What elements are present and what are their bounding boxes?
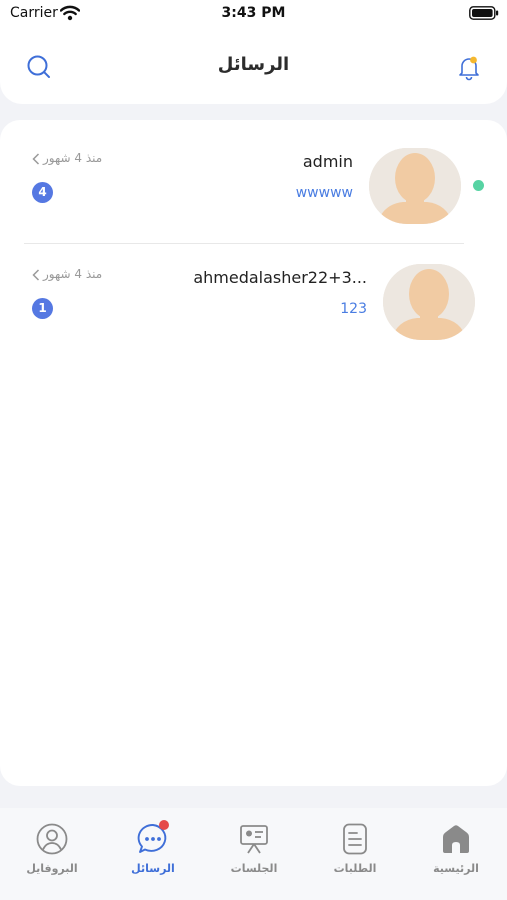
status-bar: Carrier 3:43 PM — [0, 0, 507, 30]
chevron-left-icon — [32, 268, 40, 281]
home-icon — [443, 825, 469, 853]
orders-icon — [343, 823, 367, 855]
time-label: منذ 4 شهور — [43, 267, 103, 281]
conversation-row[interactable]: ahmedalasher22+3... 123 منذ 4 شهور 1 — [0, 256, 507, 352]
presentation-icon — [240, 825, 268, 854]
time-label: منذ 4 شهور — [43, 151, 103, 165]
tab-label: البروفايل — [26, 862, 78, 875]
default-avatar-icon — [369, 148, 461, 224]
avatar — [383, 264, 475, 340]
message-time: منذ 4 شهور — [32, 267, 102, 281]
avatar — [369, 148, 461, 224]
tab-label: الرسائل — [131, 862, 175, 875]
message-time: منذ 4 شهور — [32, 151, 102, 165]
notification-dot — [159, 820, 169, 830]
tab-orders[interactable]: الطلبات — [310, 822, 400, 892]
row-divider — [24, 243, 464, 244]
unread-count-badge: 4 — [32, 182, 53, 203]
tab-sessions[interactable]: الجلسات — [209, 822, 299, 892]
tab-label: الجلسات — [230, 862, 278, 875]
profile-icon — [36, 823, 68, 855]
contact-name: admin — [302, 152, 353, 171]
message-preview: 123 — [340, 301, 367, 317]
bell-icon — [459, 56, 479, 81]
default-avatar-icon — [383, 264, 475, 340]
conversation-list: admin wwwww منذ 4 شهور 4 ahmedalasher22+… — [0, 120, 507, 786]
tab-profile[interactable]: البروفايل — [7, 822, 97, 892]
page-title: الرسائل — [217, 54, 290, 75]
app-header: الرسائل — [0, 30, 507, 104]
chevron-left-icon — [32, 152, 40, 165]
tab-label: الرئيسية — [433, 862, 479, 875]
notifications-button[interactable] — [454, 52, 484, 82]
tab-messages[interactable]: الرسائل — [108, 820, 198, 892]
conversation-row[interactable]: admin wwwww منذ 4 شهور 4 — [0, 140, 507, 236]
battery-icon — [469, 6, 499, 20]
bottom-tab-bar: البروفايل الرسائل الجلسات الطلبات الرئيس… — [0, 808, 507, 900]
online-indicator — [473, 180, 484, 191]
unread-count-badge: 1 — [32, 298, 53, 319]
tab-label: الطلبات — [333, 862, 377, 875]
clock-label: 3:43 PM — [221, 5, 286, 21]
tab-home[interactable]: الرئيسية — [411, 822, 501, 892]
contact-name: ahmedalasher22+3... — [193, 268, 367, 287]
message-preview: wwwww — [295, 185, 353, 201]
